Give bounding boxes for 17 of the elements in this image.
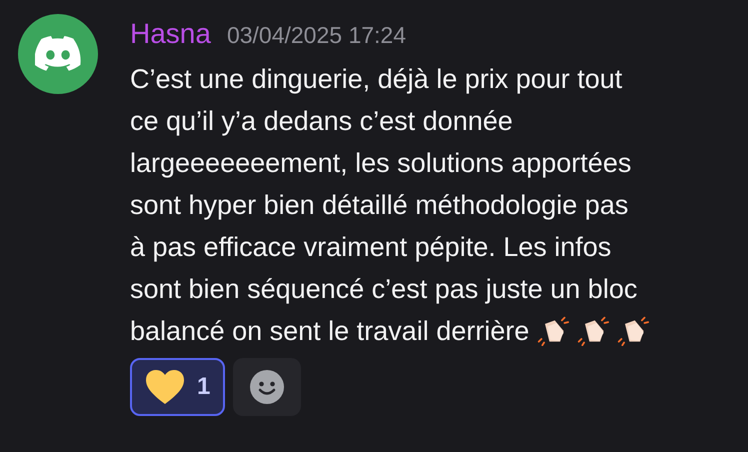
message-text: sont hyper bien détaillé méthodologie pas: [130, 189, 628, 222]
add-reaction-button[interactable]: [233, 358, 302, 416]
timestamp: 03/04/2025 17:24: [226, 21, 406, 50]
clapping-hands-icon: [577, 316, 610, 346]
controller-face-icon: [35, 36, 81, 72]
clapping-hands-icon: [537, 316, 570, 346]
message-text: C’est une dinguerie, déjà le prix pour tout: [130, 63, 622, 96]
clapping-hands-icon: [617, 316, 650, 346]
message-text: largeeeeeeement, les solutions apportées: [130, 147, 632, 180]
author-name[interactable]: Hasna: [130, 14, 211, 54]
message-text: ce qu’il y’a dedans c’est donnée: [130, 105, 513, 138]
reaction-button[interactable]: 1: [130, 358, 226, 416]
message-text: balancé on sent le travail derrière: [130, 315, 530, 348]
message-text: à pas efficace vraiment pépite. Les infos: [130, 231, 612, 264]
message-text: sont bien séquencé c’est pas juste un bloc: [130, 273, 638, 306]
smiley-icon: [250, 370, 284, 404]
heart-icon: [145, 369, 185, 405]
